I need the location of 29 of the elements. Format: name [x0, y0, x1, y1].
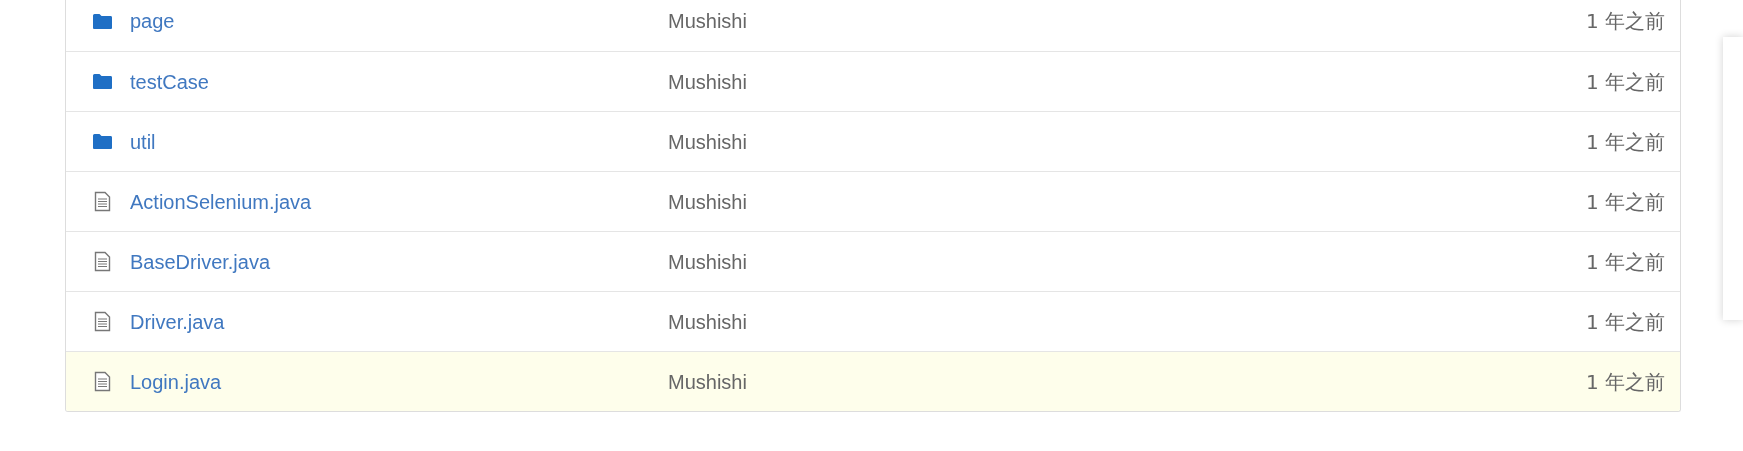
- document-icon: [93, 251, 111, 272]
- file-name-link[interactable]: util: [130, 126, 668, 157]
- commit-time: 1 年之前: [1585, 8, 1665, 35]
- file-name-link[interactable]: testCase: [130, 66, 668, 97]
- file-name-link[interactable]: BaseDriver.java: [130, 246, 668, 277]
- folder-icon: [91, 12, 113, 30]
- commit-time: 1 年之前: [1585, 368, 1665, 396]
- document-icon: [93, 191, 111, 212]
- file-row[interactable]: Login.java Mushishi 1 年之前: [66, 351, 1680, 411]
- author-name: Mushishi: [668, 189, 747, 215]
- author-name: Mushishi: [668, 249, 747, 275]
- folder-icon: [91, 73, 113, 90]
- file-name-link[interactable]: page: [130, 6, 668, 36]
- folder-icon: [91, 133, 113, 150]
- author-name: Mushishi: [668, 309, 747, 335]
- commit-time: 1 年之前: [1585, 248, 1665, 276]
- file-name-link[interactable]: ActionSelenium.java: [130, 186, 668, 217]
- author-name: Mushishi: [668, 129, 747, 155]
- document-icon: [93, 371, 111, 392]
- document-icon: [93, 311, 111, 332]
- commit-time: 1 年之前: [1585, 128, 1665, 156]
- commit-time: 1 年之前: [1585, 308, 1665, 336]
- author-name: Mushishi: [668, 9, 747, 34]
- file-name-link[interactable]: Login.java: [130, 366, 668, 397]
- author-name: Mushishi: [668, 69, 747, 95]
- commit-time: 1 年之前: [1585, 68, 1665, 96]
- commit-time: 1 年之前: [1585, 188, 1665, 216]
- author-name: Mushishi: [668, 369, 747, 395]
- file-name-link[interactable]: Driver.java: [130, 306, 668, 337]
